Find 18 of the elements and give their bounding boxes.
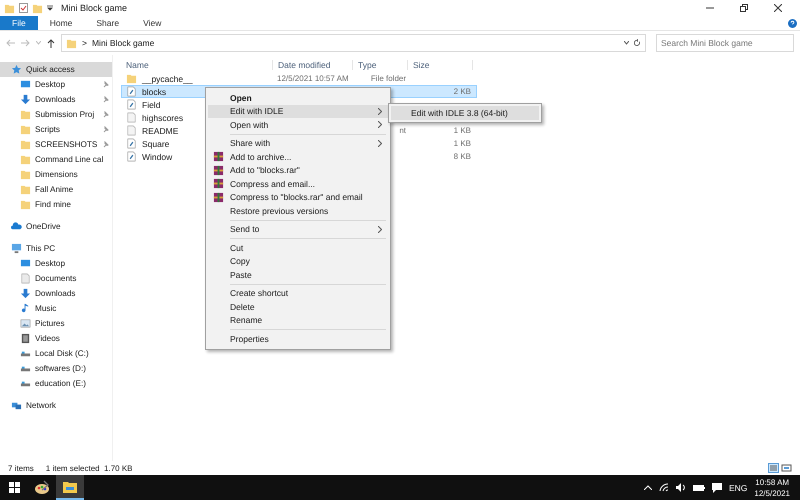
type-cell-text: nt xyxy=(398,125,407,136)
size-cell-text: 1 KB xyxy=(452,125,472,136)
type-cell-text: File folder xyxy=(370,73,407,84)
size-cell-text: 2 KB xyxy=(452,86,472,97)
selection-info: 1 item selected 1.70 KB xyxy=(46,464,133,472)
file-name: Window xyxy=(142,152,172,162)
file-name: Field xyxy=(142,100,160,110)
file-name: README xyxy=(142,126,178,136)
path-separator: > xyxy=(82,38,87,48)
window-title: Mini Block game xyxy=(61,3,128,13)
size-cell-text: 1 KB xyxy=(452,138,472,149)
file-name: highscores xyxy=(142,112,184,122)
file-name: Square xyxy=(142,138,170,148)
date-cell-text: 12/5/2021 10:57 AM xyxy=(276,73,350,84)
file-name: __pycache__ xyxy=(142,74,193,84)
item-count: 7 items xyxy=(8,464,34,472)
file-name: blocks xyxy=(142,86,166,96)
size-cell-text: 8 KB xyxy=(452,151,472,162)
